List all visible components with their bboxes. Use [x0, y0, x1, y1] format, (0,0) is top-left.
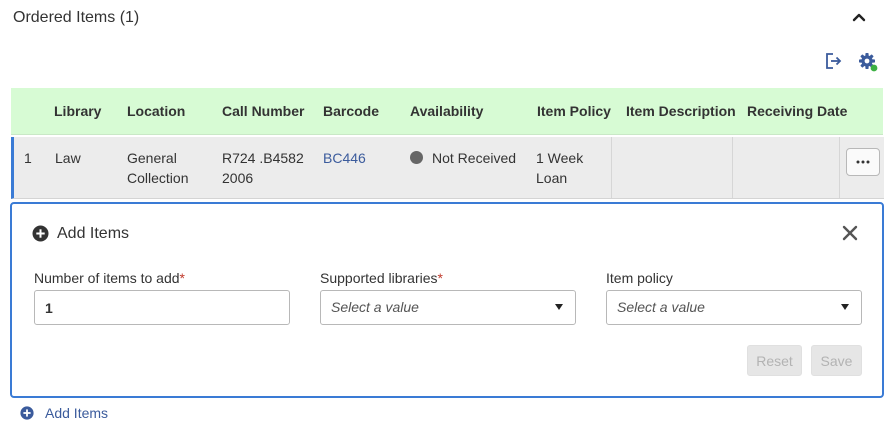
libraries-label-text: Supported libraries [320, 270, 438, 286]
export-icon [826, 53, 842, 69]
cell-item-policy-line: 1 Week [536, 150, 584, 166]
cell-location-line: General [127, 150, 177, 166]
plus-circle-icon [32, 225, 49, 242]
column-separator [839, 137, 840, 198]
close-panel-button[interactable] [842, 225, 858, 241]
column-header-receiving-date[interactable]: Receiving Date [747, 103, 847, 119]
table-settings-button[interactable] [858, 52, 878, 72]
required-marker: * [179, 270, 185, 286]
cell-barcode: BC446 [323, 148, 366, 168]
column-header-call-number[interactable]: Call Number [222, 103, 304, 119]
column-separator [611, 137, 612, 198]
cell-item-policy-line: Loan [536, 170, 568, 186]
add-items-link[interactable]: Add Items [20, 404, 108, 422]
items-count-input[interactable] [34, 290, 290, 325]
panel-title: Add Items [57, 225, 130, 242]
column-header-barcode[interactable]: Barcode [323, 103, 379, 119]
availability-status-icon [410, 151, 423, 164]
caret-down-icon [841, 304, 849, 310]
column-header-item-description[interactable]: Item Description [626, 103, 736, 119]
cell-call-number-line: R724 .B4582 [222, 150, 304, 166]
items-count-label: Number of items to add* [34, 270, 185, 286]
libraries-select-placeholder: Select a value [331, 299, 419, 315]
item-policy-select[interactable]: Select a value [606, 290, 862, 325]
cell-location: General Collection [127, 148, 188, 188]
more-horizontal-icon [856, 160, 870, 164]
export-button[interactable] [824, 52, 842, 70]
collapse-button[interactable] [850, 8, 868, 26]
reset-button[interactable]: Reset [747, 345, 802, 376]
row-index: 1 [24, 150, 32, 166]
close-icon [842, 225, 858, 241]
status-dot-icon [870, 64, 878, 72]
chevron-up-icon [852, 13, 866, 22]
save-button[interactable]: Save [811, 345, 862, 376]
libraries-select[interactable]: Select a value [320, 290, 576, 325]
table-row[interactable]: 1 Law General Collection R724 .B4582 200… [11, 137, 884, 199]
row-actions-button[interactable] [846, 148, 880, 176]
plus-circle-icon [20, 406, 34, 420]
section-title: Ordered Items (1) [13, 9, 140, 26]
libraries-label: Supported libraries* [320, 270, 443, 286]
items-count-label-text: Number of items to add [34, 270, 180, 286]
cell-availability: Not Received [432, 150, 517, 166]
cell-location-line: Collection [127, 170, 189, 186]
add-items-link-label: Add Items [45, 405, 109, 421]
column-header-item-policy[interactable]: Item Policy [537, 103, 611, 119]
table-header: Library Location Call Number Barcode Ava… [11, 88, 883, 135]
cell-item-policy: 1 Week Loan [536, 148, 583, 188]
column-header-location[interactable]: Location [127, 103, 185, 119]
gear-icon [859, 53, 878, 72]
cell-call-number: R724 .B4582 2006 [222, 148, 304, 188]
add-items-panel: Add Items Number of items to add* Suppor… [10, 202, 884, 398]
caret-down-icon [555, 304, 563, 310]
column-header-library[interactable]: Library [54, 103, 101, 119]
item-policy-label: Item policy [606, 270, 673, 286]
required-marker: * [437, 270, 443, 286]
item-policy-select-placeholder: Select a value [617, 299, 705, 315]
cell-call-number-line: 2006 [222, 170, 254, 186]
column-separator [732, 137, 733, 198]
cell-library: Law [55, 150, 81, 166]
barcode-link[interactable]: BC446 [323, 150, 366, 166]
column-header-availability[interactable]: Availability [410, 103, 483, 119]
